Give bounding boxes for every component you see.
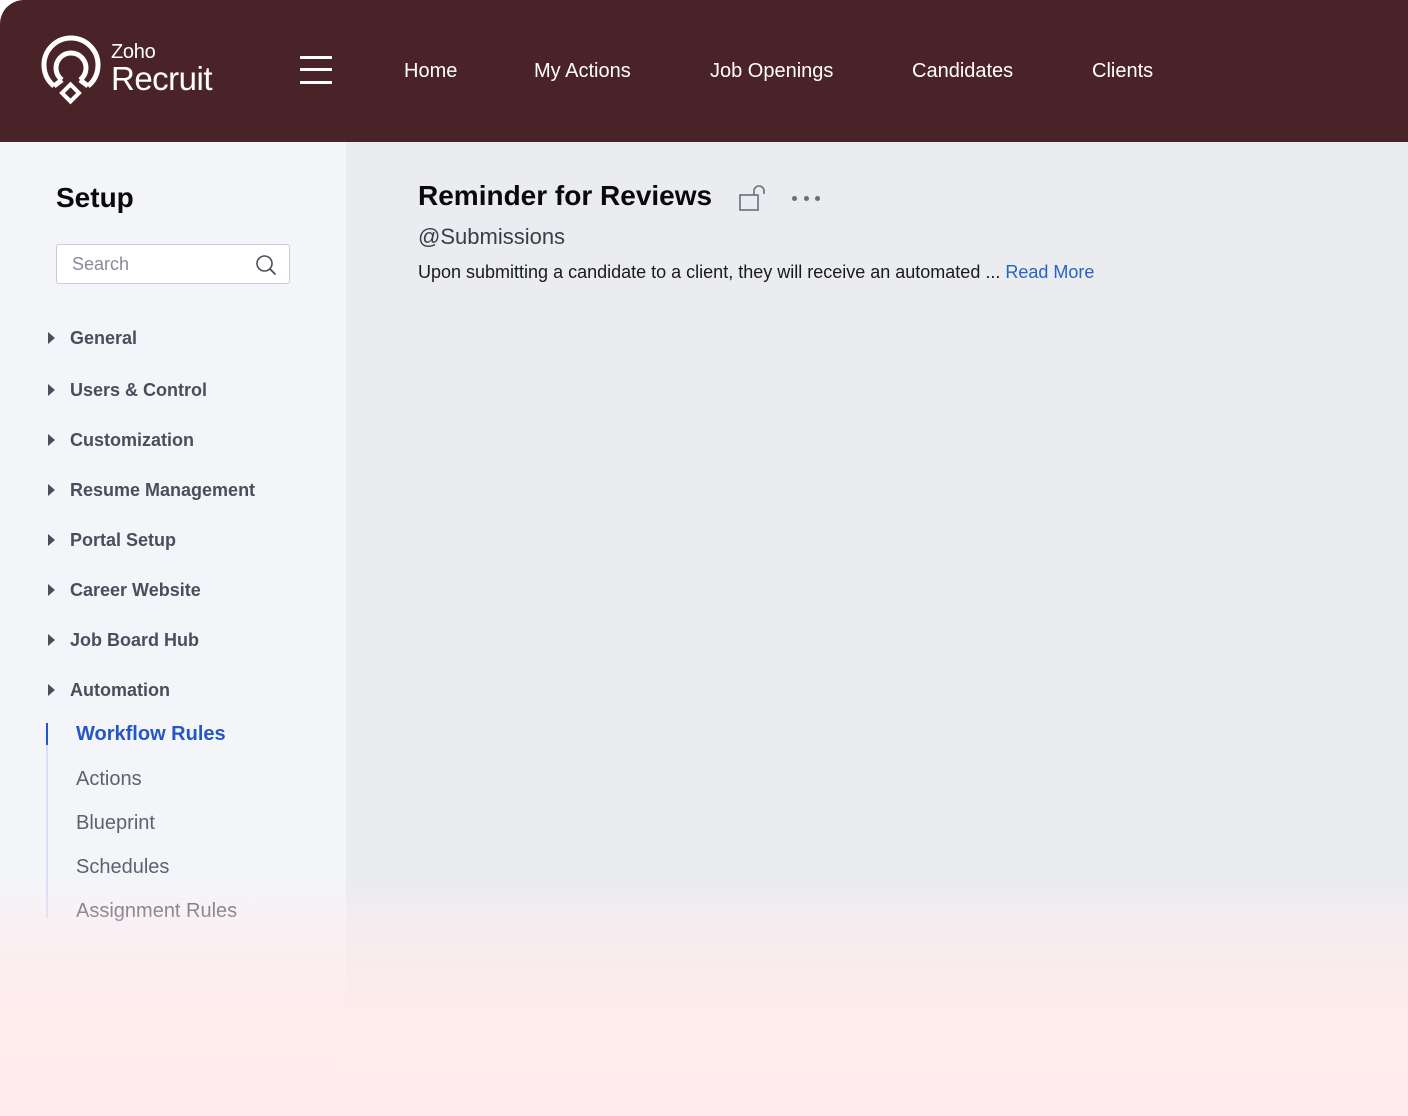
nav-clients[interactable]: Clients [1092,58,1153,84]
sidebar-title: Setup [56,182,134,213]
lock-toggle-button[interactable] [738,184,770,212]
sidebar-item-label: Portal Setup [70,529,177,550]
sidebar-item-label: Users & Control [70,379,208,400]
sidebar-item-label: Job Board Hub [70,629,199,650]
caret-right-icon [48,684,55,696]
sidebar-item-label: Automation [70,679,170,700]
sidebar-subitem-assignment-rules[interactable]: Assignment Rules [76,899,237,923]
sidebar-subitem-actions[interactable]: Actions [76,767,142,791]
caret-right-icon [48,534,55,546]
caret-right-icon [48,332,55,344]
search-icon[interactable] [255,254,277,276]
sidebar-item-label: General [70,327,138,348]
rule-module: @Submissions [418,224,565,250]
nav-candidates[interactable]: Candidates [912,58,1013,84]
module-prefix: @ [418,224,441,249]
sidebar-item-resume-management[interactable]: Resume Management [46,478,255,502]
rule-title: Reminder for Reviews [418,180,713,211]
caret-right-icon [48,384,55,396]
sidebar-item-career-website[interactable]: Career Website [46,578,201,602]
sidebar-item-label: Resume Management [70,479,256,500]
more-options-button[interactable] [790,188,822,208]
caret-right-icon [48,584,55,596]
sidebar-item-users-control[interactable]: Users & Control [46,378,207,402]
sidebar-item-general[interactable]: General [46,326,137,350]
caret-right-icon [48,634,55,646]
sidebar-item-label: Customization [70,429,194,450]
setup-search-input[interactable] [57,245,247,283]
main-content: Reminder for Reviews @Submissions Upon s… [346,142,1408,1116]
hamburger-icon-line [300,81,332,84]
app-window: Zoho Recruit Home My Actions Job Opening… [0,0,1408,1116]
nav-job-openings[interactable]: Job Openings [710,58,833,84]
logo-wordmark: Zoho Recruit [111,41,213,97]
setup-sidebar: Setup General Users & Control Customizat… [0,142,346,1116]
active-indicator [46,723,48,745]
sidebar-item-customization[interactable]: Customization [46,428,194,452]
hamburger-icon-line [300,68,332,71]
sidebar-item-portal-setup[interactable]: Portal Setup [46,528,176,552]
module-name: Submissions [440,224,566,249]
caret-right-icon [48,484,55,496]
caret-right-icon [48,434,55,446]
rule-description-text: Upon submitting a candidate to a client,… [418,262,1006,282]
logo-zoho-text: Zoho [111,41,156,63]
sidebar-item-job-board-hub[interactable]: Job Board Hub [46,628,199,652]
more-horizontal-icon-dot [815,195,820,201]
more-horizontal-icon-dot [803,195,809,201]
hamburger-icon-line [300,56,332,59]
sidebar-subitem-workflow-rules[interactable]: Workflow Rules [76,722,226,746]
sidebar-item-label: Career Website [70,579,201,600]
read-more-link[interactable]: Read More [1005,262,1094,282]
more-horizontal-icon-dot [792,195,797,201]
top-header: Zoho Recruit Home My Actions Job Opening… [0,0,1408,142]
logo-recruit-text: Recruit [111,60,213,97]
setup-search-box [56,244,290,284]
rule-description: Upon submitting a candidate to a client,… [418,262,1094,283]
zoho-recruit-logo[interactable]: Zoho Recruit [40,34,213,106]
nav-home[interactable]: Home [404,58,457,84]
unlock-icon [739,185,765,211]
recruit-logo-icon [41,35,101,105]
sidebar-subitem-blueprint[interactable]: Blueprint [76,811,155,835]
hamburger-menu-button[interactable] [298,54,334,86]
sidebar-item-automation[interactable]: Automation [46,678,170,702]
nav-my-actions[interactable]: My Actions [534,58,631,84]
sidebar-subitem-schedules[interactable]: Schedules [76,855,169,879]
submenu-guide-line [46,723,48,918]
